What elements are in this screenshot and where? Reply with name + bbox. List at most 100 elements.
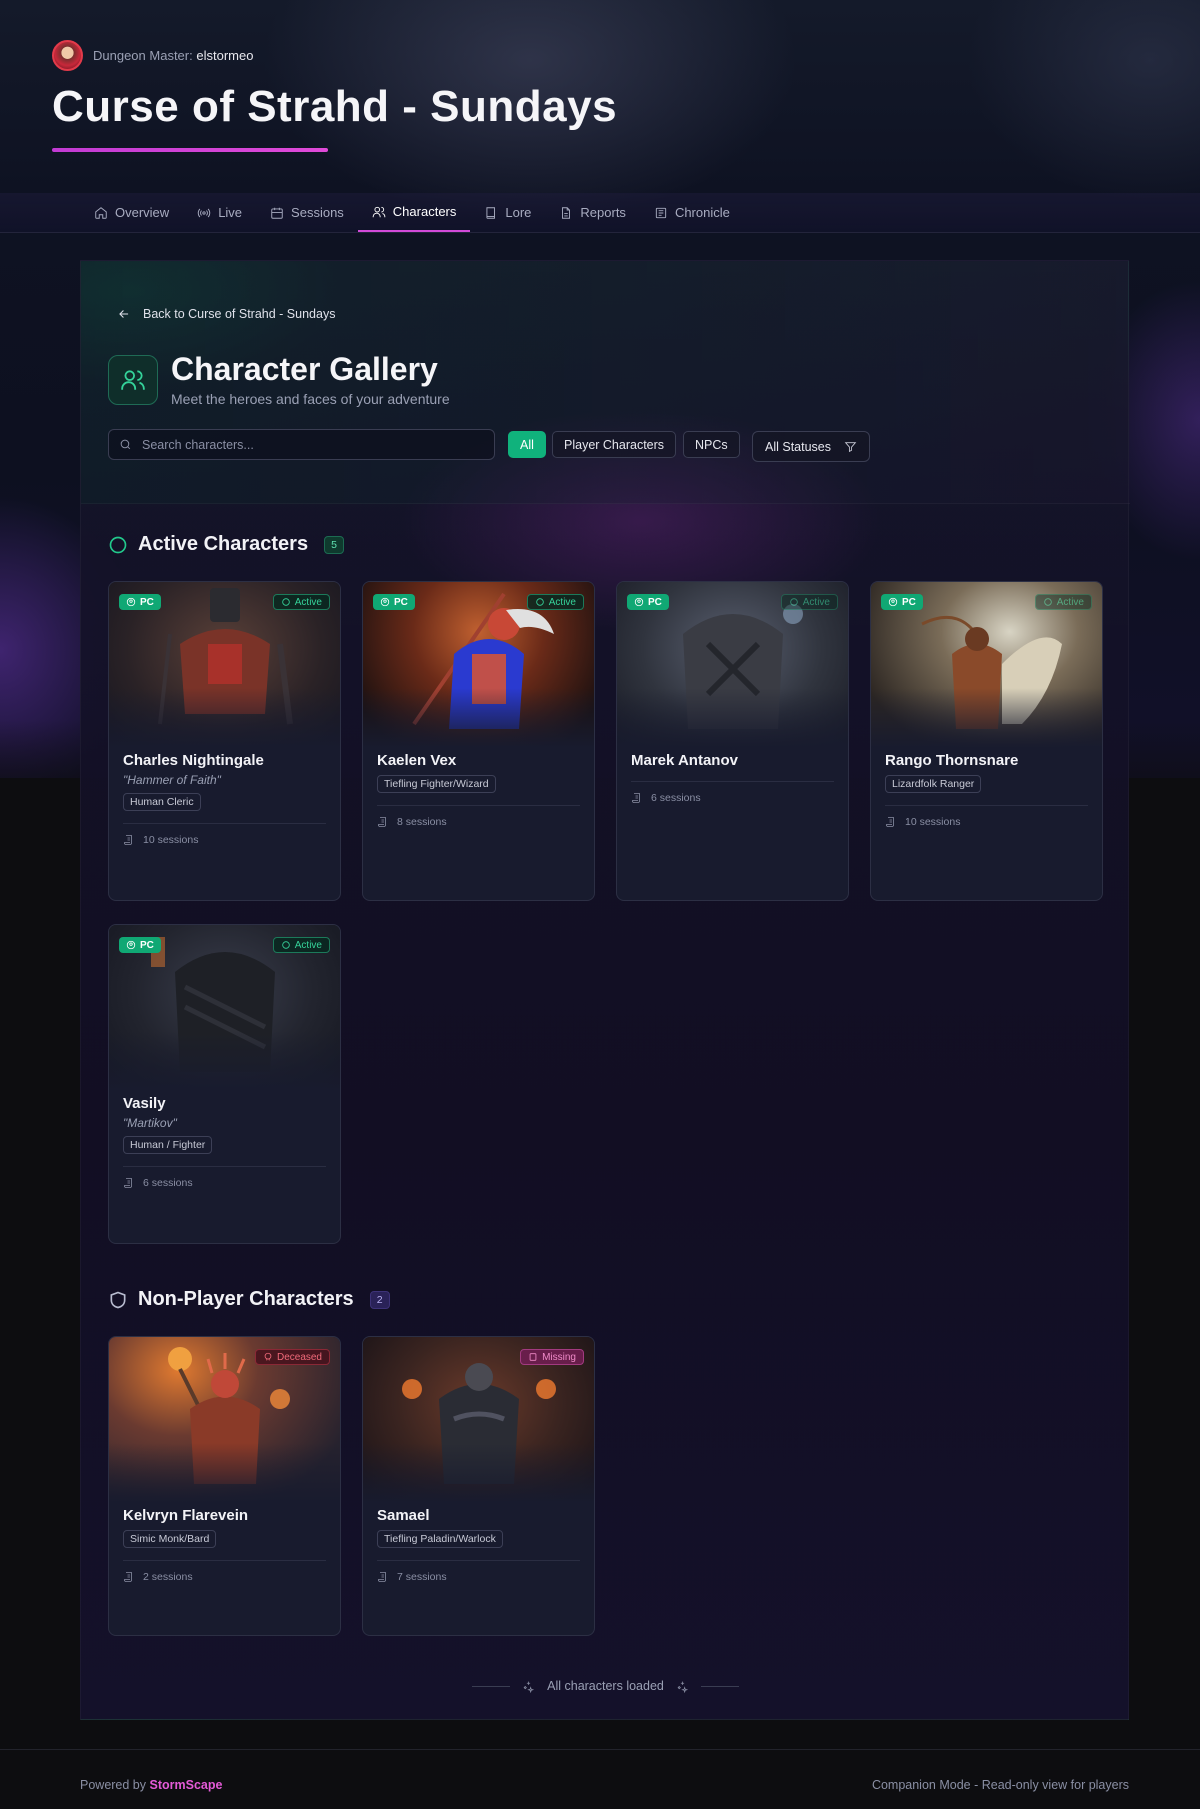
character-card[interactable]: Missing Samael Tiefling Paladin/Warlock … bbox=[362, 1336, 595, 1636]
portrait-fade bbox=[871, 688, 1102, 748]
loaded-text: All characters loaded bbox=[547, 1679, 664, 1693]
pc-badge: PC bbox=[119, 594, 161, 610]
character-card[interactable]: PC Active Vasily "Martikov" Human / Figh… bbox=[108, 924, 341, 1244]
shield-icon bbox=[110, 1291, 126, 1308]
card-divider bbox=[377, 1560, 580, 1561]
character-class: Tiefling Paladin/Warlock bbox=[377, 1530, 503, 1548]
count-badge: 5 bbox=[324, 535, 345, 554]
character-portrait: PC Active bbox=[109, 925, 340, 1091]
character-portrait: PC Active bbox=[871, 582, 1102, 748]
character-card[interactable]: PC Active Rango Thornsnare Lizardfolk Ra… bbox=[870, 581, 1103, 901]
filter-npc-button[interactable]: NPCs bbox=[683, 431, 740, 458]
tab-reports[interactable]: Reports bbox=[545, 193, 640, 232]
circle-icon bbox=[790, 598, 798, 606]
character-portrait: PC Active bbox=[363, 582, 594, 748]
status-filter-select[interactable]: All Statuses bbox=[752, 431, 870, 462]
campaign-nav: Overview Live Sessions Characters Lore R… bbox=[0, 193, 1200, 233]
character-epithet: "Martikov" bbox=[123, 1116, 177, 1130]
character-gallery-panel: Back to Curse of Strahd - Sundays Charac… bbox=[80, 260, 1130, 1720]
section-title: Active Characters bbox=[138, 533, 309, 555]
portrait-fade bbox=[109, 1443, 340, 1503]
session-count: 6 sessions bbox=[631, 792, 834, 804]
scroll-icon bbox=[124, 1572, 132, 1582]
portrait-fade bbox=[363, 688, 594, 748]
status-select-value: All Statuses bbox=[765, 439, 832, 454]
character-card[interactable]: PC Active Charles Nightingale "Hammer of… bbox=[108, 581, 341, 901]
question-icon bbox=[529, 1353, 537, 1361]
tab-overview[interactable]: Overview bbox=[80, 193, 183, 232]
status-badge: Active bbox=[780, 594, 838, 610]
status-badge: Active bbox=[272, 937, 330, 953]
brand-link[interactable]: StormScape bbox=[150, 1778, 223, 1792]
circle-icon bbox=[109, 536, 127, 553]
pc-badge: PC bbox=[119, 937, 161, 953]
campaign-title: Curse of Strahd - Sundays bbox=[52, 82, 618, 131]
gallery-users-icon bbox=[108, 355, 158, 405]
dm-label: Dungeon Master: bbox=[93, 48, 193, 63]
tab-label: Live bbox=[218, 205, 243, 220]
circle-icon bbox=[536, 598, 544, 606]
card-divider bbox=[123, 1166, 326, 1167]
broadcast-icon bbox=[198, 208, 211, 217]
session-count: 6 sessions bbox=[123, 1177, 326, 1189]
filter-pc-button[interactable]: Player Characters bbox=[552, 431, 677, 458]
active-characters-heading: Active Characters 5 bbox=[108, 533, 345, 556]
file-icon bbox=[562, 206, 571, 219]
back-link[interactable]: Back to Curse of Strahd - Sundays bbox=[117, 307, 335, 321]
character-card[interactable]: PC Active Kaelen Vex Tiefling Fighter/Wi… bbox=[362, 581, 595, 901]
character-portrait: PC Active bbox=[617, 582, 848, 748]
circle-icon bbox=[282, 941, 290, 949]
card-divider bbox=[123, 1560, 326, 1561]
character-portrait: Deceased bbox=[109, 1337, 340, 1503]
session-count: 10 sessions bbox=[885, 816, 1088, 828]
filter-all-button[interactable]: All bbox=[508, 431, 546, 458]
character-name: Kelvryn Flarevein bbox=[123, 1507, 249, 1524]
dm-text: Dungeon Master: elstormeo bbox=[93, 48, 253, 63]
search-icon bbox=[120, 439, 131, 450]
character-card[interactable]: Deceased Kelvryn Flarevein Simic Monk/Ba… bbox=[108, 1336, 341, 1636]
calendar-icon bbox=[271, 207, 283, 219]
tab-lore[interactable]: Lore bbox=[470, 193, 545, 232]
filter-icon bbox=[844, 442, 857, 453]
status-badge: Missing bbox=[520, 1349, 584, 1365]
character-class: Lizardfolk Ranger bbox=[885, 775, 982, 793]
title-underline bbox=[52, 148, 328, 152]
search-input[interactable] bbox=[142, 437, 484, 452]
avatar[interactable] bbox=[52, 40, 83, 71]
search-box bbox=[108, 429, 495, 460]
tab-live[interactable]: Live bbox=[183, 193, 256, 232]
session-count: 8 sessions bbox=[377, 816, 580, 828]
dungeon-master-row: Dungeon Master: elstormeo bbox=[52, 40, 253, 71]
character-class: Human / Fighter bbox=[123, 1136, 213, 1154]
card-divider bbox=[631, 781, 834, 782]
status-badge: Active bbox=[1034, 594, 1092, 610]
page-title: Character Gallery bbox=[171, 351, 438, 387]
sparkles-icon bbox=[523, 1681, 535, 1693]
character-name: Charles Nightingale bbox=[123, 752, 264, 769]
skull-icon bbox=[264, 1352, 272, 1361]
status-badge: Active bbox=[272, 594, 330, 610]
book-icon bbox=[486, 206, 496, 219]
character-portrait: Missing bbox=[363, 1337, 594, 1503]
users-icon bbox=[372, 206, 386, 217]
character-class: Tiefling Fighter/Wizard bbox=[377, 775, 496, 793]
tab-characters[interactable]: Characters bbox=[357, 193, 471, 232]
session-count: 2 sessions bbox=[123, 1571, 326, 1583]
user-circle-icon bbox=[126, 940, 136, 950]
tab-label: Sessions bbox=[291, 205, 344, 220]
tab-chronicle[interactable]: Chronicle bbox=[640, 193, 744, 232]
dm-name: elstormeo bbox=[196, 48, 254, 63]
character-card[interactable]: PC Active Marek Antanov 6 sessions bbox=[616, 581, 849, 901]
divider-line bbox=[700, 1685, 739, 1687]
character-name: Vasily bbox=[123, 1095, 166, 1112]
users-icon bbox=[121, 370, 145, 390]
circle-icon bbox=[1044, 598, 1052, 606]
character-epithet: "Hammer of Faith" bbox=[123, 773, 221, 787]
tab-label: Chronicle bbox=[674, 205, 730, 220]
session-count: 7 sessions bbox=[377, 1571, 580, 1583]
character-name: Marek Antanov bbox=[631, 752, 738, 769]
tab-sessions[interactable]: Sessions bbox=[256, 193, 358, 232]
user-circle-icon bbox=[888, 597, 898, 607]
pc-badge: PC bbox=[373, 594, 415, 610]
character-portrait: PC Active bbox=[109, 582, 340, 748]
